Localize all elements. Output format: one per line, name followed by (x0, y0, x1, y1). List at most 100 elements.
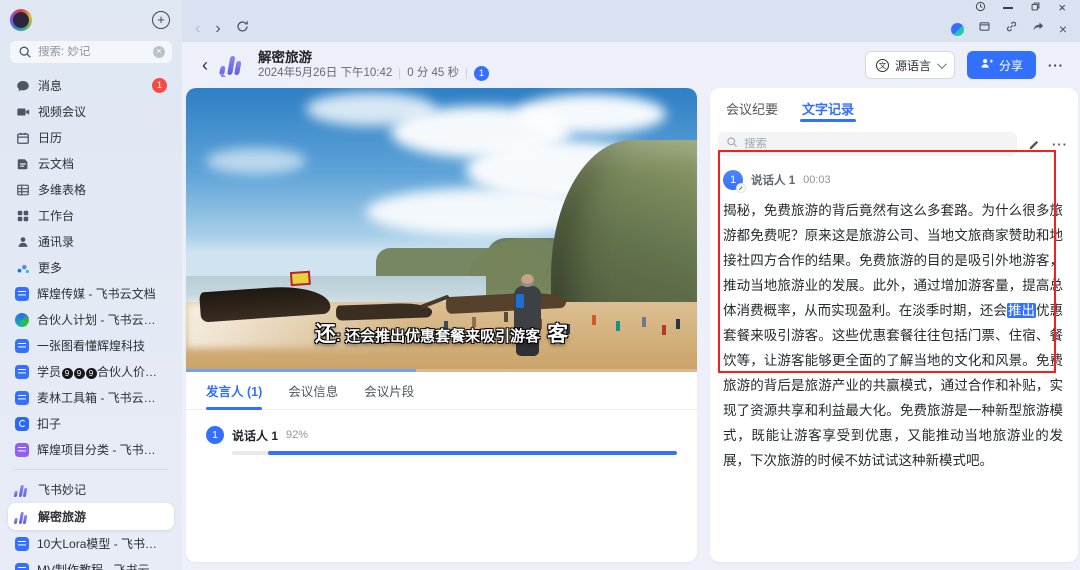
transcript-block[interactable]: 1 说话人 1 00:03 揭秘，免费旅游的背后竟然有这么多套路。为什么很多旅游… (710, 156, 1078, 473)
tab-meeting-summary[interactable]: 会议纪要 (726, 88, 778, 128)
more-actions-button[interactable]: ··· (1048, 58, 1064, 73)
back-chevron-icon[interactable]: ‹ (200, 56, 210, 74)
transcript-more-icon[interactable]: ··· (1052, 137, 1068, 152)
sidebar-item-label: 学员999合伙人价值万元... (37, 365, 167, 379)
divider (399, 68, 401, 79)
search-icon (726, 135, 738, 153)
divider (14, 469, 168, 470)
sidebar-doc-mailin-toolbox[interactable]: 麦林工具箱 - 飞书云文档 (8, 385, 174, 410)
nav-back-icon[interactable]: ‹ (195, 21, 200, 37)
sidebar-item-label: 合伙人计划 - 飞书云文档 (37, 313, 167, 327)
plus-icon: + (157, 12, 165, 27)
docs-app-icon[interactable] (950, 22, 964, 36)
open-in-window-icon[interactable] (978, 20, 991, 38)
video-progress-fill (186, 369, 416, 372)
add-button[interactable]: + (152, 11, 170, 29)
copy-link-icon[interactable] (1005, 20, 1018, 38)
share-person-icon (980, 57, 993, 73)
sidebar-item-meetings[interactable]: 视频会议 (8, 99, 174, 124)
sidebar-item-label: 飞书妙记 (38, 483, 87, 497)
nav-forward-icon[interactable]: › (215, 21, 220, 37)
refresh-icon[interactable] (236, 20, 249, 38)
cloud (206, 148, 306, 174)
source-language-button[interactable]: 文 源语言 (864, 51, 955, 79)
video-player[interactable]: 还: 还会推出优惠套餐来吸引游客客 (186, 88, 697, 372)
transcript-speaker-row: 1 说话人 1 00:03 (723, 170, 1063, 193)
sidebar-item-label: 多维表格 (38, 183, 87, 197)
minutes-wave-icon (13, 483, 31, 497)
doc-icon (15, 364, 29, 379)
restore-icon[interactable] (1030, 0, 1041, 17)
doc-icon (15, 338, 29, 353)
speaker-row[interactable]: 1 说话人 1 92% (186, 410, 697, 444)
transcript-text[interactable]: 揭秘，免费旅游的背后竟然有这么多套路。为什么很多旅游都免费呢？原来这是旅游公司、… (723, 198, 1063, 473)
speaker-name: 说话人 1 (232, 428, 279, 443)
partner-logo-icon (15, 312, 29, 327)
circled-nine-icon: 9 (61, 368, 73, 379)
minutes-wave-icon (13, 510, 31, 524)
contacts-icon (15, 234, 30, 249)
sidebar-item-label: MV制作教程 - 飞书云文档 (37, 563, 167, 570)
history-icon[interactable] (975, 0, 986, 17)
transcript-panel: 会议纪要 文字记录 ··· 1 说话人 1 00:03 (710, 88, 1078, 562)
doc-icon (15, 442, 29, 457)
sidebar-item-messages[interactable]: 消息 1 (8, 73, 174, 98)
transcript-timestamp[interactable]: 00:03 (803, 174, 831, 186)
sidebar-doc-partner-plan[interactable]: 合伙人计划 - 飞书云文档 (8, 307, 174, 332)
sidebar-item-label: 更多 (38, 261, 63, 275)
sidebar-doc-kouzi[interactable]: 扣子 (8, 411, 174, 436)
sidebar-doc-xueyuan-999[interactable]: 学员999合伙人价值万元... (8, 359, 174, 384)
sidebar-item-bitable[interactable]: 多维表格 (8, 177, 174, 202)
video-subtitle: 还: 还会推出优惠套餐来吸引游客客 (314, 323, 569, 346)
sidebar-search-input[interactable] (38, 46, 147, 58)
participant-count-badge: 1 (474, 66, 490, 81)
minutes-logo-icon (219, 53, 247, 77)
sidebar-item-label: 麦林工具箱 - 飞书云文档 (37, 391, 167, 405)
window-close-icon[interactable]: × (1058, 1, 1066, 14)
sidebar-doc-one-chart[interactable]: 一张图看懂辉煌科技 (8, 333, 174, 358)
panel-tabs: 会议纪要 文字记录 (710, 88, 1078, 128)
sidebar-doc-huihuang-media[interactable]: 辉煌传媒 - 飞书云文档 (8, 281, 174, 306)
sidebar-item-contacts[interactable]: 通讯录 (8, 229, 174, 254)
sidebar-item-label: 消息 (38, 79, 63, 93)
sidebar-item-jiemi-travel[interactable]: 解密旅游 (8, 503, 174, 530)
backpack (516, 294, 524, 308)
sidebar-item-docs[interactable]: 云文档 (8, 151, 174, 176)
transcript-search-input[interactable] (744, 138, 1009, 150)
speaker-avatar: 1 (723, 170, 746, 193)
speaker-bar-fill (267, 451, 677, 455)
clear-icon[interactable]: × (153, 46, 165, 58)
doc-icon (15, 562, 29, 570)
edit-pencil-icon[interactable] (1028, 138, 1041, 151)
transcript-search[interactable] (718, 132, 1017, 156)
share-button[interactable]: 分享 (966, 51, 1036, 79)
more-apps-icon (15, 260, 30, 275)
tab-meeting-clips[interactable]: 会议片段 (364, 372, 414, 409)
sidebar-item-calendar[interactable]: 日历 (8, 125, 174, 150)
page-header: ‹ 解密旅游 2024年5月26日 下午10:42 0 分 45 秒 1 文 源… (182, 42, 1080, 88)
sidebar-search[interactable]: × (9, 40, 173, 64)
sidebar-doc-lora-models[interactable]: 10大Lora模型 - 飞书云文档 (8, 531, 174, 556)
user-avatar[interactable] (10, 9, 32, 31)
tab-transcript[interactable]: 文字记录 (800, 88, 857, 128)
sidebar-doc-mv-tutorial[interactable]: MV制作教程 - 飞书云文档 (8, 557, 174, 570)
cloud (516, 94, 666, 134)
close-tab-icon[interactable]: × (1059, 22, 1067, 36)
highlighted-word: 推出 (1006, 303, 1036, 318)
sidebar-item-minutes-home[interactable]: 飞书妙记 (8, 477, 174, 502)
tab-meeting-info[interactable]: 会议信息 (288, 372, 338, 409)
sidebar-item-workbench[interactable]: 工作台 (8, 203, 174, 228)
window-titlebar: × (182, 0, 1080, 16)
tab-speakers[interactable]: 发言人 (1) (206, 372, 263, 410)
sidebar-doc-huihuang-category[interactable]: 辉煌项目分类 - 飞书云文档 (8, 437, 174, 462)
grid-table-icon (15, 182, 30, 197)
speaker-percent: 92% (286, 429, 309, 441)
speaker-avatar: 1 (206, 426, 224, 444)
app-window: + × 消息 1 视频会议 日历 云文档 多维表格 (0, 0, 1080, 570)
video-camera-icon (15, 104, 30, 119)
sidebar-item-more[interactable]: 更多 (8, 255, 174, 280)
transcript-toolbar: ··· (718, 132, 1068, 156)
language-label: 源语言 (894, 58, 931, 73)
share-forward-icon[interactable] (1032, 20, 1045, 38)
minimize-icon[interactable] (1003, 7, 1014, 9)
